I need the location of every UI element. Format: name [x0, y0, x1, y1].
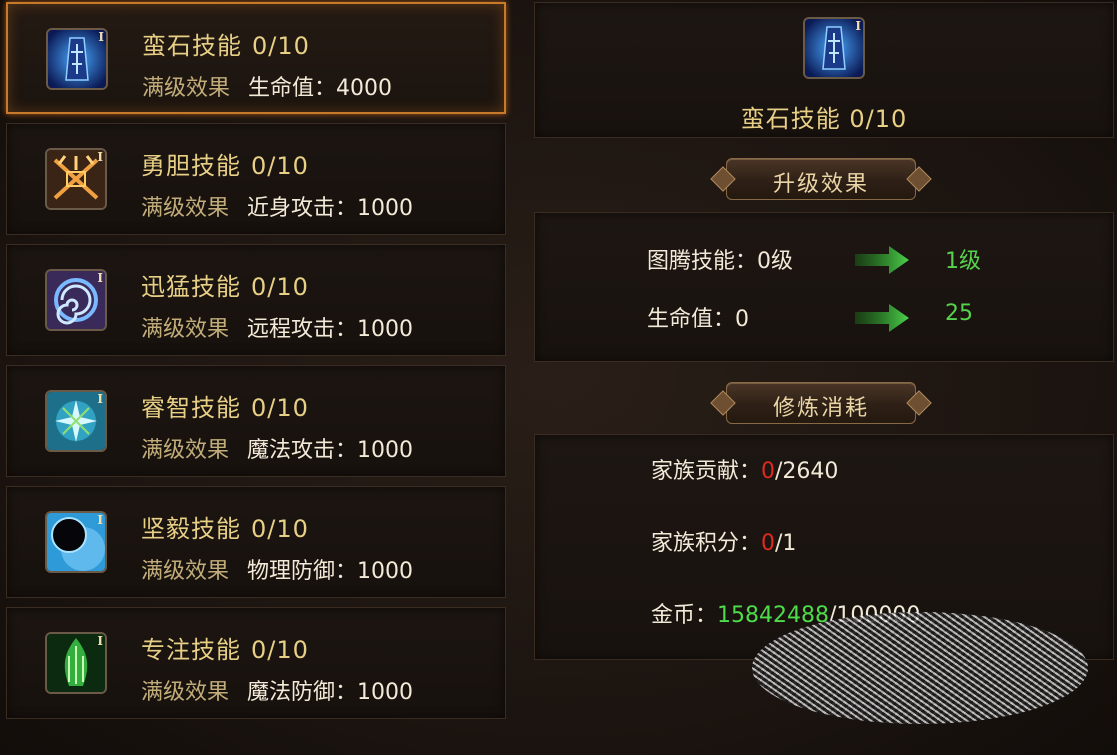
- skill-training-window: I 蛮石技能 0/10 满级效果 生命值：4000 I 勇胆技能 0/10 满级效果近…: [0, 0, 1117, 755]
- tier-label: I: [97, 634, 103, 648]
- arcane-star-icon: I: [45, 390, 107, 452]
- tier-label: I: [98, 30, 104, 44]
- tier-label: I: [855, 19, 861, 33]
- skill-effect: 满级效果 物理防御：1000: [141, 559, 414, 584]
- skill-effect: 满级效果 近身攻击：1000: [141, 196, 414, 221]
- vortex-icon: I: [45, 269, 107, 331]
- stone-rune-icon: I: [803, 17, 865, 79]
- skill-name: 迅猛技能 0/10: [141, 273, 309, 301]
- tier-label: I: [97, 392, 103, 406]
- skill-effect: 满级效果 远程攻击：1000: [141, 317, 414, 342]
- cost-row-points: 家族积分：0/1: [651, 531, 797, 556]
- skill-name: 勇胆技能 0/10: [141, 152, 309, 180]
- skill-name: 睿智技能 0/10: [141, 394, 309, 422]
- skill-item-zhuanzhu[interactable]: I 专注技能 0/10 满级效果 魔法防御：1000: [6, 607, 506, 719]
- skill-item-ruizhi[interactable]: I 睿智技能 0/10 满级效果 魔法攻击：1000: [6, 365, 506, 477]
- skill-item-yongdan[interactable]: I 勇胆技能 0/10 满级效果 近身攻击：1000: [6, 123, 506, 235]
- tier-label: I: [97, 513, 103, 527]
- skill-effect: 满级效果 魔法防御：1000: [141, 680, 414, 705]
- tier-label: I: [97, 150, 103, 164]
- arrow-right-icon: [855, 246, 909, 274]
- skill-effect: 满级效果 魔法攻击：1000: [141, 438, 414, 463]
- skill-name: 专注技能 0/10: [141, 636, 309, 664]
- upgrade-row-hp: 生命值：0 25: [647, 301, 973, 332]
- dark-orb-icon: I: [45, 511, 107, 573]
- skill-list: I 蛮石技能 0/10 满级效果 生命值：4000 I 勇胆技能 0/10 满级效果近…: [6, 2, 510, 720]
- skill-detail-header: I 蛮石技能 0/10: [534, 2, 1114, 138]
- skill-name: 坚毅技能 0/10: [141, 515, 309, 543]
- skill-name: 蛮石技能 0/10: [142, 32, 310, 60]
- upgrade-row-totem: 图腾技能：0级 1级: [647, 243, 1107, 277]
- stone-rune-icon: I: [46, 28, 108, 90]
- skill-item-jianyi[interactable]: I 坚毅技能 0/10 满级效果 物理防御：1000: [6, 486, 506, 598]
- cost-row-contribution: 家族贡献：0/2640: [651, 459, 839, 484]
- upgrade-effect-box: 图腾技能：0级 1级 生命值：0 25: [534, 212, 1114, 362]
- skill-item-manshi[interactable]: I 蛮石技能 0/10 满级效果 生命值：4000: [6, 2, 506, 114]
- skill-item-xunmeng[interactable]: I 迅猛技能 0/10 满级效果 远程攻击：1000: [6, 244, 506, 356]
- arrow-right-icon: [855, 304, 909, 332]
- training-cost-header: 修炼消耗: [708, 382, 934, 424]
- tier-label: I: [97, 271, 103, 285]
- skill-effect: 满级效果 生命值：4000: [142, 76, 393, 101]
- crossed-blades-icon: I: [45, 148, 107, 210]
- detail-skill-title: 蛮石技能 0/10: [740, 105, 908, 133]
- green-flame-icon: I: [45, 632, 107, 694]
- upgrade-effect-header: 升级效果: [708, 158, 934, 200]
- noise-overlay: [752, 612, 1088, 724]
